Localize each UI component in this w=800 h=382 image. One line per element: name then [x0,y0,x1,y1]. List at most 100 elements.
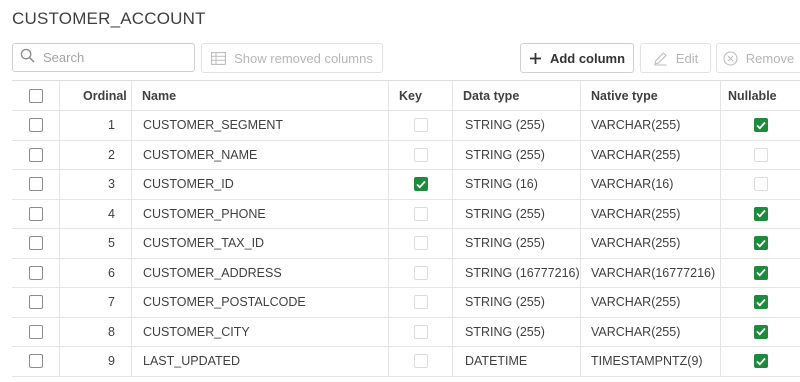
key-checkbox [413,118,428,133]
table-row[interactable]: 4 CUSTOMER_PHONE STRING (255) VARCHAR(255) [12,199,800,229]
header-key[interactable]: Key [389,81,453,110]
nullable-checkbox [753,118,768,133]
select-all-checkbox[interactable] [28,88,43,103]
row-select-checkbox[interactable] [28,265,43,280]
ordinal-cell: 9 [60,347,132,376]
header-nullable[interactable]: Nullable [721,81,800,110]
key-cell [389,140,453,169]
nullable-checkbox [753,354,768,369]
circle-x-icon [723,50,738,66]
header-ordinal[interactable]: Ordinal [60,81,132,110]
nullable-cell [721,200,800,229]
header-data-type[interactable]: Data type [453,81,581,110]
nullable-cell [721,141,800,170]
row-select-checkbox[interactable] [28,177,43,192]
nullable-cell [721,288,800,317]
nullable-checkbox [753,324,768,339]
table-row[interactable]: 5 CUSTOMER_TAX_ID STRING (255) VARCHAR(255) [12,229,800,259]
row-select-checkbox[interactable] [28,236,43,251]
key-cell [389,199,453,228]
header-name[interactable]: Name [132,81,389,110]
native-type-cell: TIMESTAMPNTZ(9) [581,347,721,376]
table-row[interactable]: 7 CUSTOMER_POSTALCODE STRING (255) VARCHAR(… [12,288,800,318]
native-type-cell: VARCHAR(255) [581,140,721,169]
name-cell: CUSTOMER_TAX_ID [132,229,389,258]
data-type-cell: STRING (255) [453,111,581,140]
search-field[interactable] [12,43,195,72]
key-checkbox [413,295,428,310]
native-type-cell: VARCHAR(255) [581,317,721,346]
name-cell: CUSTOMER_ADDRESS [132,258,389,287]
native-type-cell: VARCHAR(255) [581,288,721,317]
table-row[interactable]: 9 LAST_UPDATED DATETIME TIMESTAMPNTZ(9) [12,347,800,377]
header-select-cell [12,81,60,110]
search-icon [20,48,35,68]
row-select-checkbox[interactable] [28,324,43,339]
native-type-cell: VARCHAR(255) [581,111,721,140]
columns-icon [211,51,227,65]
key-checkbox [413,236,428,251]
row-select-checkbox[interactable] [28,295,43,310]
remove-label: Remove [745,50,795,66]
row-select-cell [12,170,60,199]
data-type-cell: STRING (255) [453,199,581,228]
key-cell [389,258,453,287]
name-cell: CUSTOMER_PHONE [132,199,389,228]
data-type-cell: STRING (255) [453,288,581,317]
row-select-cell [12,317,60,346]
key-cell [389,229,453,258]
key-cell [389,347,453,376]
header-native-type[interactable]: Native type [581,81,721,110]
name-cell: CUSTOMER_ID [132,170,389,199]
nullable-checkbox [753,147,768,162]
ordinal-cell: 8 [60,317,132,346]
key-cell [389,170,453,199]
key-cell [389,111,453,140]
name-cell: CUSTOMER_CITY [132,317,389,346]
key-checkbox [413,265,428,280]
plus-icon [529,52,542,65]
columns-table: Ordinal Name Key Data type Native type N… [12,80,800,377]
data-type-cell: STRING (255) [453,140,581,169]
table-row[interactable]: 1 CUSTOMER_SEGMENT STRING (255) VARCHAR(255… [12,111,800,141]
name-cell: LAST_UPDATED [132,347,389,376]
nullable-checkbox [753,177,768,192]
row-select-checkbox[interactable] [28,118,43,133]
native-type-cell: VARCHAR(16777216) [581,258,721,287]
row-select-cell [12,258,60,287]
key-checkbox [413,324,428,339]
table-row[interactable]: 2 CUSTOMER_NAME STRING (255) VARCHAR(255) [12,140,800,170]
native-type-cell: VARCHAR(16) [581,170,721,199]
ordinal-cell: 4 [60,199,132,228]
add-column-button[interactable]: Add column [520,43,634,73]
data-type-cell: STRING (255) [453,317,581,346]
native-type-cell: VARCHAR(255) [581,199,721,228]
key-cell [389,288,453,317]
nullable-checkbox [753,295,768,310]
name-cell: CUSTOMER_NAME [132,140,389,169]
row-select-cell [12,347,60,376]
table-row[interactable]: 8 CUSTOMER_CITY STRING (255) VARCHAR(255) [12,317,800,347]
row-select-checkbox[interactable] [28,354,43,369]
name-cell: CUSTOMER_SEGMENT [132,111,389,140]
remove-button[interactable]: Remove [716,43,800,73]
nullable-cell [721,229,800,258]
row-select-checkbox[interactable] [28,206,43,221]
nullable-cell [721,347,800,376]
key-checkbox [413,354,428,369]
show-removed-columns-button[interactable]: Show removed columns [201,43,383,73]
show-removed-columns-label: Show removed columns [234,50,373,66]
table-row[interactable]: 6 CUSTOMER_ADDRESS STRING (16777216) VARCHA… [12,258,800,288]
row-select-cell [12,288,60,317]
table-header-row: Ordinal Name Key Data type Native type N… [12,81,800,111]
ordinal-cell: 1 [60,111,132,140]
nullable-cell [721,259,800,288]
table-row[interactable]: 3 CUSTOMER_ID STRING (16) VARCHAR(16) [12,170,800,200]
edit-button[interactable]: Edit [640,43,711,73]
data-type-cell: STRING (16777216) [453,258,581,287]
row-select-checkbox[interactable] [28,147,43,162]
nullable-cell [721,318,800,347]
row-select-cell [12,229,60,258]
row-select-cell [12,111,60,140]
search-input[interactable] [41,49,185,66]
